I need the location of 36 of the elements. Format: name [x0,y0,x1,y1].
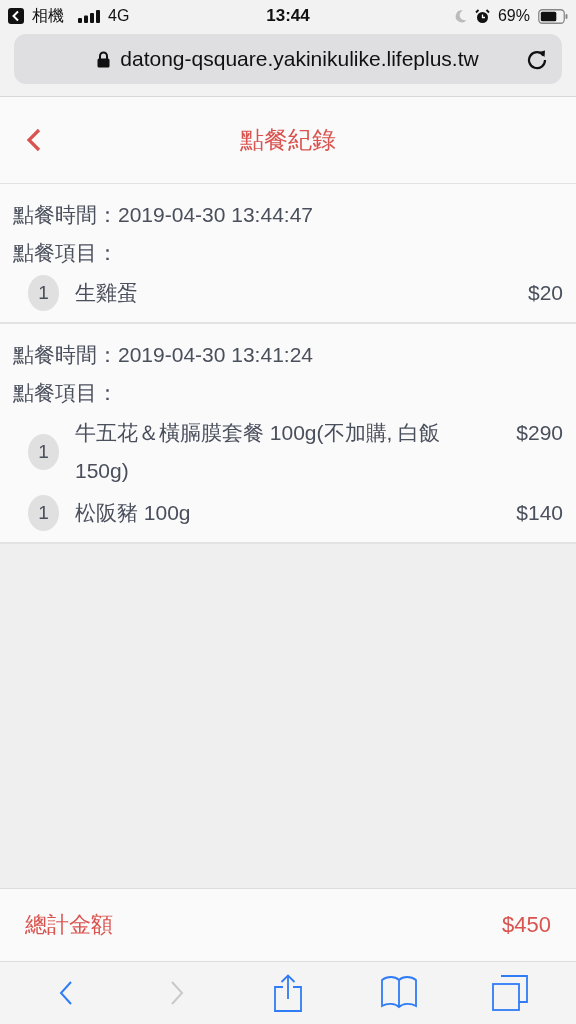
item-name: 牛五花＆橫膈膜套餐 100g(不加購, 白飯 150g) [75,420,442,484]
signal-icon [78,9,100,23]
back-chevron-icon[interactable] [26,127,42,153]
clock: 13:44 [266,6,310,26]
order-items-label: 點餐項目： [13,240,118,266]
order-time: 2019-04-30 13:41:24 [118,342,313,368]
back-app-label[interactable]: 相機 [32,5,64,27]
alarm-icon [474,8,490,24]
quantity-badge: 1 [28,275,59,311]
order-time-label: 點餐時間： [13,202,118,228]
tabs-icon[interactable] [492,975,529,1011]
item-name: 松阪豬 100g [75,500,192,526]
reload-icon[interactable] [526,48,548,70]
quantity-badge: 1 [28,495,59,531]
lock-icon [97,50,111,68]
book-icon[interactable] [381,976,418,1010]
back-icon[interactable] [58,980,73,1006]
total-label: 總計金額 [25,911,113,939]
page-title: 點餐紀錄 [240,125,336,155]
item-price: $290 [516,420,563,446]
quantity-badge: 1 [28,434,59,470]
order-time: 2019-04-30 13:44:47 [118,202,313,228]
moon-icon [454,9,467,23]
back-app-icon[interactable] [8,8,24,24]
order-time-label: 點餐時間： [13,342,118,368]
item-price: $140 [516,500,563,526]
item-price: $20 [527,280,563,306]
battery-icon [538,8,568,24]
url-text: datong-qsquare.yakinikulike.lifeplus.tw [120,47,479,71]
battery-percent: 69% [497,7,530,25]
address-bar[interactable]: datong-qsquare.yakinikulike.lifeplus.tw [14,34,562,84]
total-amount: $450 [502,912,551,938]
share-icon[interactable] [273,974,302,1012]
network-label: 4G [108,7,130,25]
order-items-label: 點餐項目： [13,380,118,406]
item-name: 生雞蛋 [75,280,139,306]
